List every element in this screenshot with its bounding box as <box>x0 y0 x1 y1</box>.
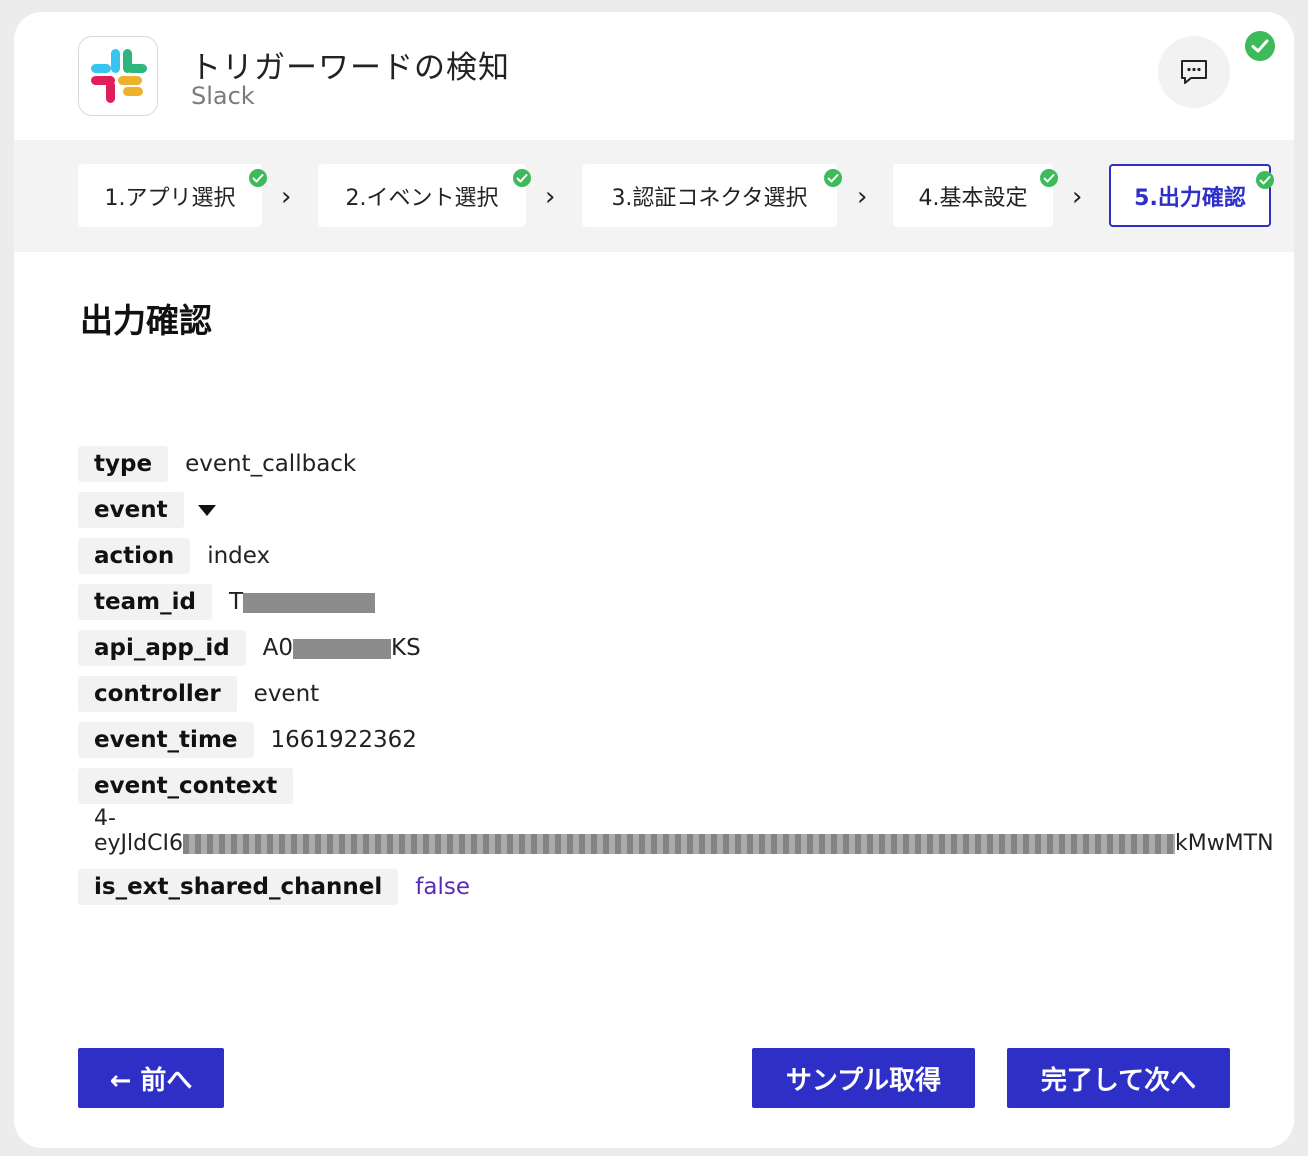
chevron-right-icon: › <box>545 182 556 212</box>
event-context-value: 4- eyJldCI6 kMwMTN <box>94 806 1274 856</box>
step-modal: トリガーワードの検知 Slack 1.アプリ選択 › 2.イベント選択 › 3.… <box>14 12 1294 1148</box>
app-subtitle: Slack <box>191 82 255 110</box>
section-title: 出力確認 <box>80 301 212 340</box>
step-label: 5.出力確認 <box>1134 185 1246 211</box>
step-output-confirm[interactable]: 5.出力確認 <box>1109 164 1274 227</box>
step-app-select[interactable]: 1.アプリ選択 <box>78 164 267 227</box>
chat-button[interactable] <box>1158 36 1230 108</box>
field-key: controller <box>78 676 237 712</box>
step-complete-icon <box>513 169 531 187</box>
step-connector-select[interactable]: 3.認証コネクタ選択 <box>582 164 842 227</box>
value-prefix: eyJldCI6 <box>94 831 183 856</box>
field-action: action index <box>78 538 270 574</box>
field-value: A0 KS <box>263 635 421 661</box>
redaction-mask <box>293 638 392 659</box>
redaction-mask <box>182 834 1175 854</box>
step-label: 3.認証コネクタ選択 <box>611 185 808 211</box>
app-title: トリガーワードの検知 <box>190 50 510 86</box>
step-label: 4.基本設定 <box>918 185 1028 211</box>
field-event-context: event_context <box>78 768 294 804</box>
expand-caret-icon[interactable] <box>197 504 216 516</box>
field-key: event_time <box>78 722 254 758</box>
step-navigation: 1.アプリ選択 › 2.イベント選択 › 3.認証コネクタ選択 › 4.基本設定… <box>14 140 1294 252</box>
field-key: action <box>78 538 191 574</box>
redaction-mask <box>243 592 375 613</box>
field-value: event_callback <box>185 451 357 477</box>
chevron-right-icon: › <box>1072 182 1083 212</box>
field-value: index <box>207 543 271 569</box>
chevron-right-icon: › <box>281 182 292 212</box>
complete-next-button[interactable]: 完了して次へ <box>1007 1048 1230 1108</box>
step-label: 1.アプリ選択 <box>104 185 236 211</box>
field-key: event <box>78 492 184 528</box>
field-value: T <box>229 589 375 615</box>
field-is-ext-shared-channel: is_ext_shared_channel false <box>78 869 470 905</box>
field-value: 1661922362 <box>270 727 417 753</box>
modal-header: トリガーワードの検知 Slack <box>14 12 1294 140</box>
value-prefix: A0 <box>262 635 294 661</box>
field-controller: controller event <box>78 676 319 712</box>
value-suffix: kMwMTN <box>1174 831 1274 856</box>
prev-button[interactable]: ← 前へ <box>78 1048 224 1108</box>
step-basic-settings[interactable]: 4.基本設定 <box>893 164 1058 227</box>
field-key: type <box>78 446 169 482</box>
field-key: team_id <box>78 584 212 620</box>
slack-logo-icon <box>78 36 158 116</box>
value-line: 4- <box>94 806 116 831</box>
field-team-id: team_id T <box>78 584 375 620</box>
chevron-right-icon: › <box>857 182 868 212</box>
field-event-time: event_time 1661922362 <box>78 722 417 758</box>
step-complete-icon <box>249 169 267 187</box>
step-event-select[interactable]: 2.イベント選択 <box>318 164 531 227</box>
value-suffix: KS <box>391 635 421 661</box>
field-type: type event_callback <box>78 446 356 482</box>
step-complete-icon <box>1040 169 1058 187</box>
field-key: api_app_id <box>78 630 246 666</box>
field-event[interactable]: event <box>78 492 216 528</box>
field-key: is_ext_shared_channel <box>78 869 399 905</box>
value-prefix: T <box>228 589 243 615</box>
check-circle-icon <box>1245 31 1275 61</box>
chat-bubble-icon <box>1181 60 1207 84</box>
step-label: 2.イベント選択 <box>345 185 499 211</box>
step-complete-icon <box>1256 171 1274 189</box>
step-complete-icon <box>824 169 842 187</box>
field-value: false <box>415 874 470 900</box>
field-value: event <box>253 681 320 707</box>
value-line: eyJldCI6 kMwMTN <box>94 831 1274 856</box>
field-key: event_context <box>78 768 294 804</box>
field-api-app-id: api_app_id A0 KS <box>78 630 421 666</box>
get-sample-button[interactable]: サンプル取得 <box>752 1048 975 1108</box>
